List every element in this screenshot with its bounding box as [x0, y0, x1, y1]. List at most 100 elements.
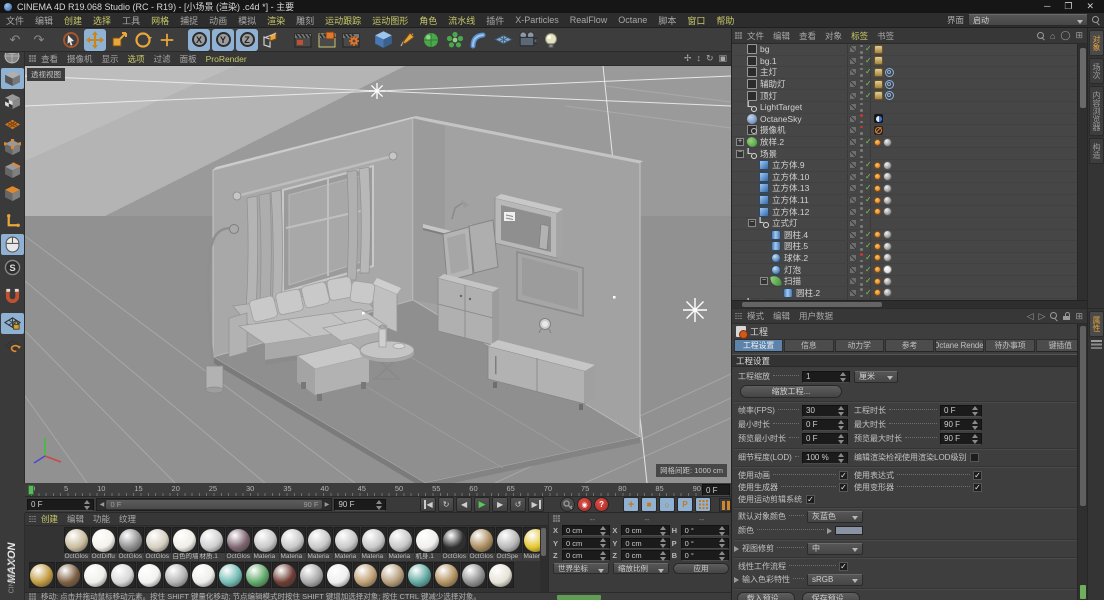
- min-time-field[interactable]: 0 F: [802, 418, 848, 431]
- search-icon[interactable]: [1036, 31, 1045, 40]
- panel-grip-icon[interactable]: [735, 32, 742, 39]
- edit-toggle-icon[interactable]: [849, 172, 857, 181]
- visibility-dots-icon[interactable]: [859, 230, 863, 240]
- cube-primitive-button[interactable]: [372, 29, 394, 51]
- edit-toggle-icon[interactable]: [849, 56, 857, 65]
- visibility-dots-icon[interactable]: [859, 79, 863, 89]
- visibility-dots-icon[interactable]: [859, 137, 863, 147]
- side-tab[interactable]: 场次: [1089, 58, 1104, 84]
- material-item[interactable]: Materia: [252, 527, 279, 561]
- key-scale-toggle[interactable]: ■: [641, 497, 658, 512]
- subdivision-surface-button[interactable]: [420, 29, 442, 51]
- edit-toggle-icon[interactable]: [849, 277, 857, 286]
- visibility-dots-icon[interactable]: [859, 241, 863, 251]
- viewport-zoom-icon[interactable]: ↕: [696, 53, 701, 64]
- make-editable-button[interactable]: [1, 53, 24, 66]
- load-preset-button[interactable]: 载入预设...: [737, 592, 795, 600]
- object-toggles[interactable]: ✓: [847, 241, 872, 252]
- stepper-icon[interactable]: [83, 499, 91, 510]
- menu-item[interactable]: 创建: [64, 14, 82, 27]
- object-toggles[interactable]: ✓: [847, 171, 872, 183]
- object-toggles[interactable]: ✓: [847, 136, 872, 148]
- fps-field[interactable]: 30: [802, 404, 848, 417]
- object-row[interactable]: OctaneSky: [732, 113, 1087, 126]
- object-label[interactable]: bg: [760, 44, 847, 54]
- edit-toggle-icon[interactable]: [849, 230, 857, 239]
- stepper-icon[interactable]: [839, 371, 846, 382]
- object-tag-icon[interactable]: [874, 44, 883, 54]
- interface-select[interactable]: 启动: [968, 14, 1088, 26]
- object-toggles[interactable]: [847, 113, 871, 125]
- material-item[interactable]: OctGlos: [441, 527, 468, 561]
- object-toggles[interactable]: ✓: [847, 55, 872, 67]
- magnet-snap-button[interactable]: [1, 285, 24, 306]
- object-tag-icon[interactable]: [883, 253, 892, 263]
- object-manager-menu-item[interactable]: 文件: [747, 30, 764, 42]
- material-item[interactable]: [325, 562, 352, 592]
- view-label[interactable]: 透视视图: [27, 68, 65, 81]
- close-button[interactable]: ✕: [1086, 1, 1094, 12]
- object-label[interactable]: 球体.2: [784, 252, 847, 264]
- menu-item[interactable]: 运动跟踪: [325, 14, 361, 27]
- material-item[interactable]: [28, 562, 55, 592]
- material-item[interactable]: [217, 562, 244, 592]
- last-used-tool[interactable]: [156, 29, 178, 51]
- visibility-dots-icon[interactable]: [859, 125, 863, 135]
- object-tag-icon[interactable]: [874, 289, 881, 297]
- object-label[interactable]: 扫描: [784, 275, 847, 287]
- home-icon[interactable]: ⌂: [1050, 31, 1055, 41]
- expander-icon[interactable]: [736, 138, 744, 147]
- max-time-field[interactable]: 90 F: [940, 418, 982, 431]
- default-color-select[interactable]: 灰蓝色: [807, 510, 863, 523]
- object-label[interactable]: 立方体.9: [772, 159, 847, 171]
- minimize-button[interactable]: ─: [1044, 1, 1050, 12]
- preview-min-field[interactable]: 0 F: [802, 432, 848, 445]
- menu-item[interactable]: 动画: [209, 14, 227, 27]
- object-tag-icon[interactable]: [874, 125, 883, 135]
- object-label[interactable]: OctaneSky: [760, 114, 847, 124]
- object-tag-icon[interactable]: [885, 91, 894, 101]
- object-tags[interactable]: [871, 125, 1087, 136]
- visibility-dots-icon[interactable]: [859, 183, 863, 193]
- edit-toggle-icon[interactable]: [849, 80, 857, 89]
- object-tag-icon[interactable]: [883, 195, 892, 205]
- size-z-field[interactable]: 0 cm: [621, 550, 670, 561]
- expander-icon[interactable]: [760, 277, 768, 286]
- material-item[interactable]: [190, 562, 217, 592]
- edit-toggle-icon[interactable]: [849, 184, 857, 193]
- previous-frame-button[interactable]: ◀: [456, 497, 473, 512]
- object-manager-menu-item[interactable]: 书签: [877, 30, 894, 42]
- object-toggles[interactable]: ✓: [847, 159, 872, 171]
- object-toggles[interactable]: [847, 125, 871, 136]
- visibility-dots-icon[interactable]: [859, 253, 863, 263]
- object-tag-icon[interactable]: [874, 266, 881, 274]
- expand-arrow-icon[interactable]: [827, 527, 832, 534]
- rotate-tool[interactable]: [132, 29, 154, 51]
- color-swatch[interactable]: [835, 526, 863, 535]
- light-marker-icon[interactable]: [683, 298, 707, 322]
- edit-toggle-icon[interactable]: [849, 149, 857, 158]
- save-preset-button[interactable]: 保存预设...: [802, 592, 860, 600]
- material-menu-item[interactable]: 创建: [41, 513, 58, 525]
- menu-item[interactable]: 窗口: [687, 14, 705, 27]
- edit-toggle-icon[interactable]: [849, 265, 857, 274]
- duration-field[interactable]: 0 F: [940, 404, 982, 417]
- object-tag-icon[interactable]: [883, 160, 892, 170]
- object-toggles[interactable]: ✓: [847, 206, 872, 217]
- object-toggles[interactable]: [847, 217, 871, 229]
- goto-end-button[interactable]: ▶: [528, 497, 545, 512]
- object-tags[interactable]: [871, 114, 1087, 125]
- material-item[interactable]: [82, 562, 109, 592]
- key-parameter-toggle[interactable]: P: [677, 497, 694, 512]
- pen-spline-button[interactable]: [396, 29, 418, 51]
- object-label[interactable]: 主灯: [760, 66, 847, 78]
- object-handle[interactable]: [362, 312, 365, 315]
- object-manager-menu-item[interactable]: 查看: [799, 30, 816, 42]
- material-item[interactable]: [244, 562, 271, 592]
- material-item[interactable]: Materia: [306, 527, 333, 561]
- stepper-icon[interactable]: [375, 499, 383, 510]
- play-button[interactable]: ▶: [474, 497, 491, 512]
- object-tag-icon[interactable]: [874, 91, 883, 101]
- object-tags[interactable]: [871, 264, 1087, 275]
- object-row[interactable]: 场景: [732, 147, 1087, 160]
